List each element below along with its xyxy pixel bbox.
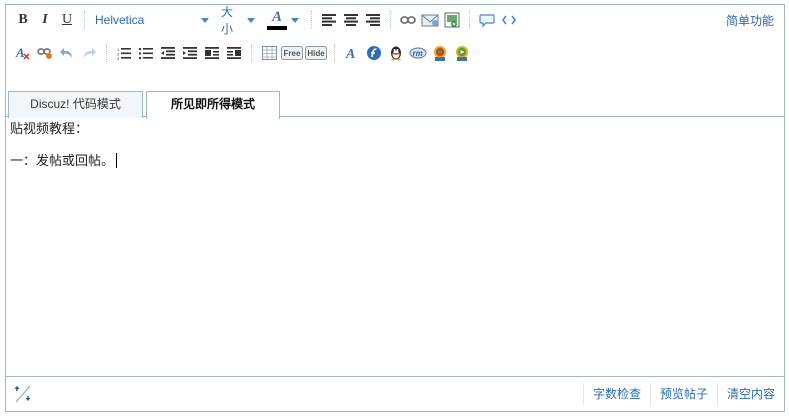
editor-toolbar: B I U Helvetica 大小 A 简单功能 A 1 2 3 Free H… [6, 5, 784, 89]
tab-wysiwyg-mode[interactable]: 所见即所得模式 [146, 91, 280, 119]
video-media-icon [456, 46, 468, 61]
table-icon [261, 46, 277, 60]
word-count-button[interactable]: 字数检查 [582, 383, 650, 405]
content-line-text: 一：发帖或回帖。 [10, 154, 115, 169]
unordered-list-button[interactable] [135, 42, 157, 64]
editor-mode-tabs: Discuz! 代码模式 所见即所得模式 [6, 89, 784, 119]
ordered-list-icon: 123 [117, 47, 131, 60]
image-button[interactable] [441, 9, 463, 31]
free-label: Free [283, 48, 301, 58]
redo-button[interactable] [78, 42, 100, 64]
editor-content-area[interactable]: 贴视频教程： 一：发帖或回帖。 [6, 118, 784, 376]
toolbar-separator [390, 11, 391, 29]
code-button[interactable] [498, 9, 520, 31]
align-left-button[interactable] [318, 9, 340, 31]
resize-arrows-icon [14, 385, 31, 403]
remove-format-icon: A [15, 46, 30, 60]
undo-icon [60, 48, 72, 58]
video-button[interactable] [451, 42, 473, 64]
font-size-value: 大小 [221, 5, 234, 36]
toolbar-separator [334, 44, 335, 62]
hide-button[interactable]: Hide [304, 42, 328, 64]
content-line: 贴视频教程： [10, 122, 89, 137]
audio-media-icon [434, 46, 446, 61]
toolbar-separator [84, 11, 85, 29]
toolbar-separator [251, 44, 252, 62]
simple-mode-link[interactable]: 简单功能 [726, 12, 774, 29]
qq-penguin-icon [391, 46, 401, 61]
svg-text:A: A [345, 47, 355, 60]
float-left-button[interactable] [201, 42, 223, 64]
image-icon [444, 12, 460, 28]
flash-icon [367, 46, 381, 60]
preview-post-button[interactable]: 预览帖子 [649, 383, 717, 405]
align-center-icon [344, 14, 358, 26]
remove-format-button[interactable]: A [12, 42, 34, 64]
unlink-icon [37, 48, 52, 59]
font-color-swatch [267, 26, 287, 30]
svg-text:A: A [15, 46, 25, 60]
font-family-select[interactable]: Helvetica [91, 9, 215, 31]
rich-text-editor: B I U Helvetica 大小 A 简单功能 A 1 2 3 Free H… [5, 4, 785, 412]
chevron-down-icon [247, 17, 255, 23]
svg-text:3: 3 [117, 56, 120, 60]
undo-button[interactable] [56, 42, 78, 64]
font-family-value: Helvetica [95, 13, 145, 27]
email-button[interactable] [419, 9, 441, 31]
rm-media-icon: rm [409, 47, 427, 59]
link-icon [400, 16, 416, 24]
ordered-list-button[interactable]: 123 [113, 42, 135, 64]
font-size-select[interactable]: 大小 [221, 5, 261, 36]
toolbar-row-2: A 123 Free Hide A rm [12, 40, 473, 66]
align-left-icon [322, 14, 336, 26]
real-media-button[interactable]: rm [407, 42, 429, 64]
float-left-icon [205, 47, 219, 59]
font-style-icon: A [345, 47, 355, 60]
font-style-button[interactable]: A [341, 42, 363, 64]
content-line-with-cursor: 一：发帖或回帖。 [10, 153, 780, 170]
email-icon [421, 14, 439, 27]
chevron-down-icon [201, 17, 209, 23]
align-right-button[interactable] [362, 9, 384, 31]
toolbar-separator [311, 11, 312, 29]
indent-button[interactable] [179, 42, 201, 64]
float-right-icon [227, 47, 241, 59]
editor-statusbar: 字数检查 预览帖子 清空内容 [6, 376, 784, 411]
qq-button[interactable] [385, 42, 407, 64]
toolbar-separator [469, 11, 470, 29]
toolbar-separator [106, 44, 107, 62]
quote-button[interactable] [476, 9, 498, 31]
clear-content-button[interactable]: 清空内容 [716, 383, 784, 405]
unordered-list-icon [139, 47, 153, 59]
font-color-dropdown-icon[interactable] [291, 17, 299, 23]
outdent-icon [161, 47, 175, 59]
align-right-icon [366, 14, 380, 26]
link-button[interactable] [397, 9, 419, 31]
font-color-icon: A [271, 9, 282, 25]
italic-button[interactable]: I [34, 9, 56, 31]
unlink-button[interactable] [34, 42, 56, 64]
statusbar-actions: 字数检查 预览帖子 清空内容 [582, 381, 784, 407]
audio-button[interactable] [429, 42, 451, 64]
underline-button[interactable]: U [56, 9, 78, 31]
bold-button[interactable]: B [12, 9, 34, 31]
free-button[interactable]: Free [280, 42, 304, 64]
outdent-button[interactable] [157, 42, 179, 64]
tab-discuz-code-mode[interactable]: Discuz! 代码模式 [8, 91, 143, 118]
hide-label: Hide [307, 48, 325, 58]
font-color-button[interactable]: A [265, 9, 289, 31]
speech-bubble-icon [479, 13, 495, 27]
align-center-button[interactable] [340, 9, 362, 31]
table-button[interactable] [258, 42, 280, 64]
redo-icon [84, 48, 96, 58]
indent-icon [183, 47, 197, 59]
float-right-button[interactable] [223, 42, 245, 64]
resize-handle[interactable] [12, 383, 34, 405]
code-icon [502, 15, 516, 25]
toolbar-row-1: B I U Helvetica 大小 A [12, 5, 520, 36]
text-cursor [116, 153, 118, 168]
svg-text:rm: rm [413, 49, 423, 58]
flash-button[interactable] [363, 42, 385, 64]
